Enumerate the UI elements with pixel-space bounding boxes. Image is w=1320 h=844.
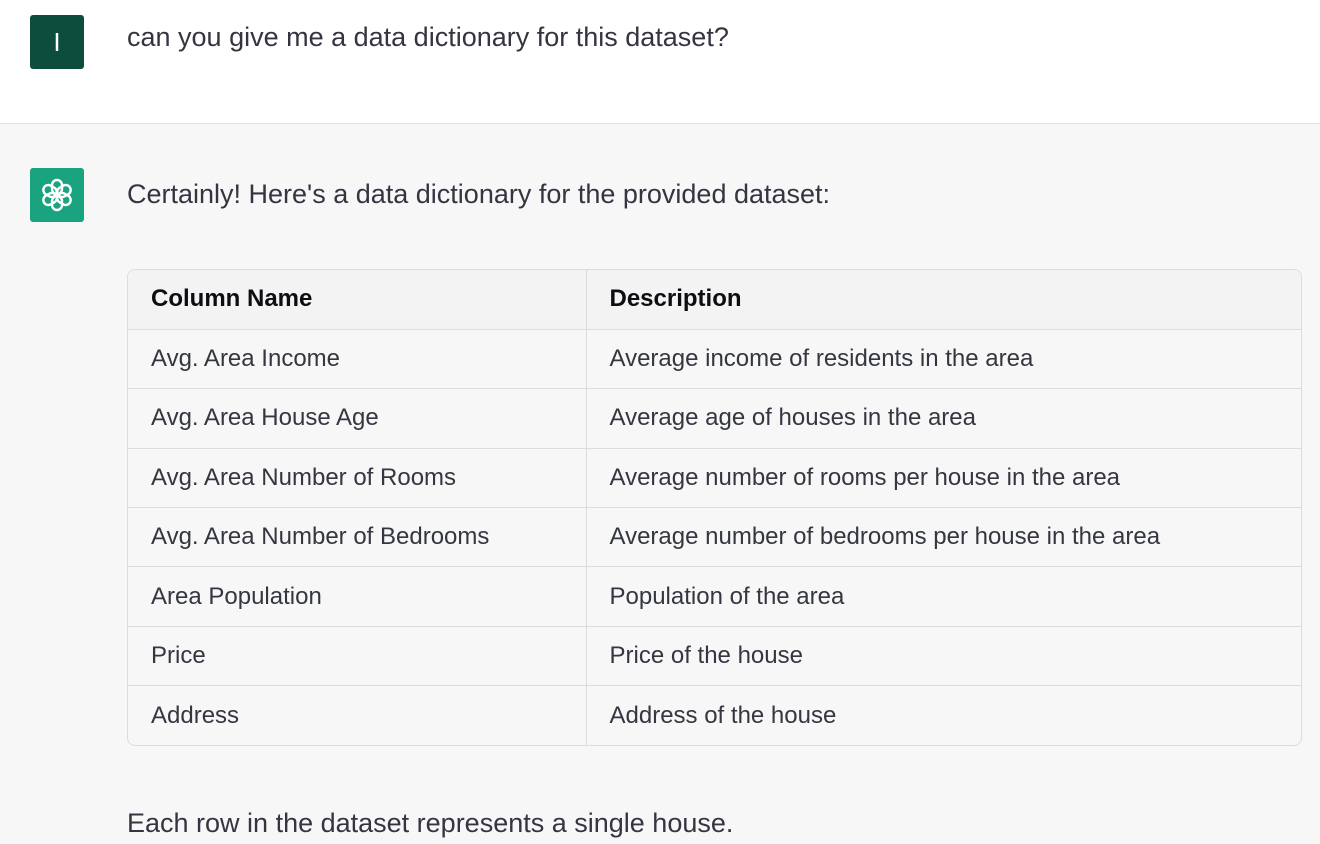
table-row: Address Address of the house <box>128 685 1301 746</box>
description-cell: Average number of rooms per house in the… <box>586 448 1301 509</box>
column-name-cell: Area Population <box>128 566 587 627</box>
data-dictionary-table: Column Name Description Avg. Area Income… <box>127 269 1302 747</box>
description-cell: Population of the area <box>586 566 1301 627</box>
column-name-cell: Avg. Area Number of Rooms <box>128 448 587 509</box>
assistant-avatar <box>30 168 84 222</box>
column-name-cell: Avg. Area Income <box>128 329 587 390</box>
table-row: Avg. Area Number of Rooms Average number… <box>128 448 1301 509</box>
user-message-text: can you give me a data dictionary for th… <box>127 22 729 52</box>
column-name-header: Column Name <box>128 270 587 330</box>
table-row: Avg. Area House Age Average age of house… <box>128 388 1301 449</box>
assistant-message: Certainly! Here's a data dictionary for … <box>0 124 1320 844</box>
column-name-cell: Avg. Area Number of Bedrooms <box>128 507 587 568</box>
table-header-row: Column Name Description <box>128 270 1301 330</box>
column-name-cell: Address <box>128 685 587 746</box>
assistant-intro-text: Certainly! Here's a data dictionary for … <box>127 179 831 209</box>
table-row: Avg. Area Number of Bedrooms Average num… <box>128 507 1301 568</box>
description-cell: Price of the house <box>586 626 1301 687</box>
user-message: I can you give me a data dictionary for … <box>0 0 1320 124</box>
description-cell: Average number of bedrooms per house in … <box>586 507 1301 568</box>
column-name-cell: Avg. Area House Age <box>128 388 587 449</box>
description-cell: Address of the house <box>609 701 837 729</box>
description-cell: Average income of residents in the area <box>586 329 1301 390</box>
column-name-cell: Price <box>128 626 587 687</box>
description-header: Description <box>586 270 1301 330</box>
assistant-footer-text: Each row in the dataset represents a sin… <box>127 808 734 838</box>
description-cell: Average age of houses in the area <box>586 388 1301 449</box>
openai-logo-icon <box>42 178 72 212</box>
user-avatar: I <box>30 15 84 69</box>
table-row: Price Price of the house <box>128 626 1301 687</box>
table-row: Avg. Area Income Average income of resid… <box>128 329 1301 390</box>
table-row: Area Population Population of the area <box>128 566 1301 627</box>
